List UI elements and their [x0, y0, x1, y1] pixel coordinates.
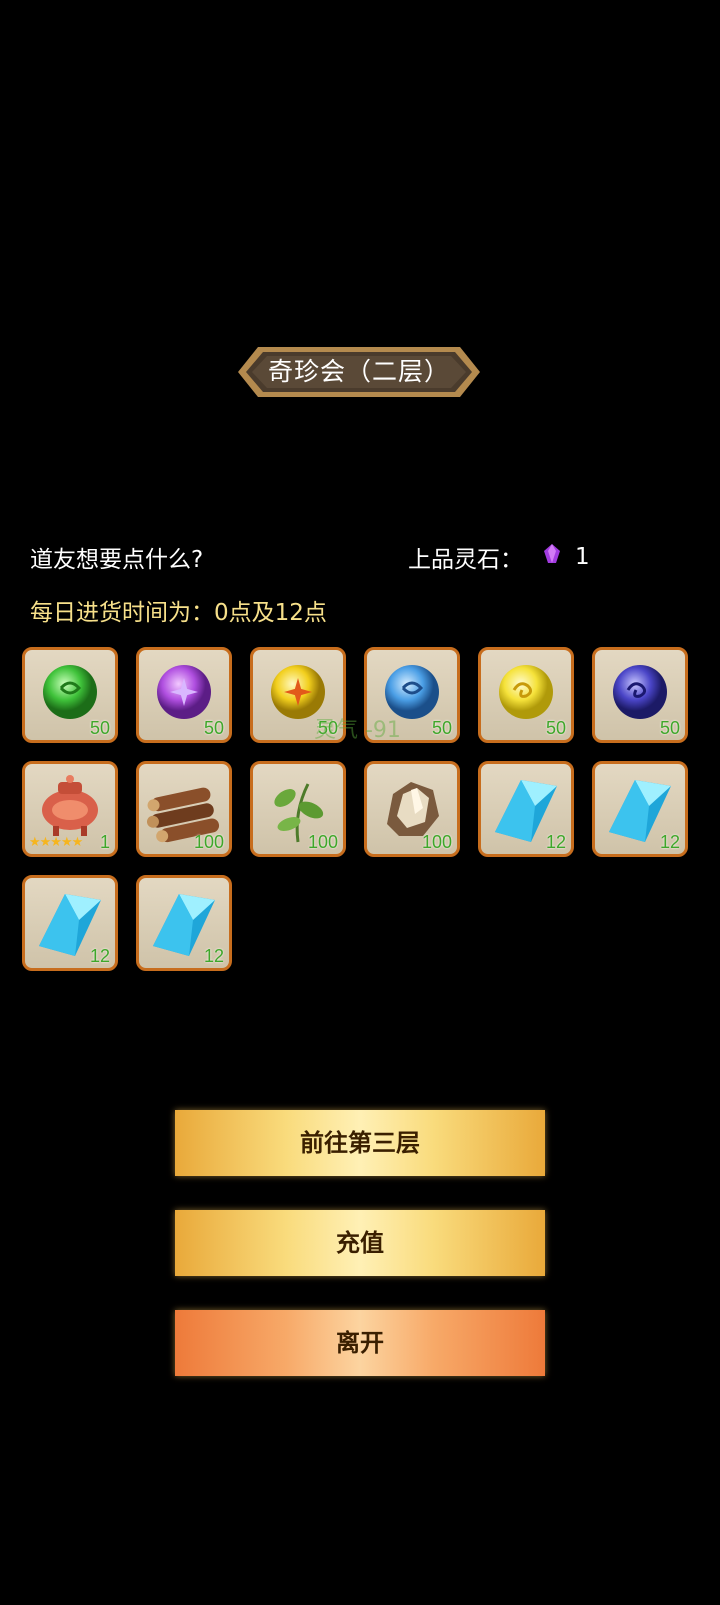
- shop-item-slot[interactable]: 100: [136, 761, 232, 857]
- item-quantity: 1: [99, 832, 110, 852]
- item-quantity: 100: [307, 832, 338, 852]
- shop-item-slot[interactable]: 100: [250, 761, 346, 857]
- currency-label: 上品灵石：: [408, 547, 523, 573]
- item-quantity: 50: [89, 718, 110, 738]
- item-quantity: 50: [203, 718, 224, 738]
- item-quantity: 12: [89, 946, 110, 966]
- next-floor-button[interactable]: 前往第三层: [175, 1110, 545, 1176]
- title-plate: 奇珍会（二层）: [236, 343, 482, 401]
- item-quantity: 12: [545, 832, 566, 852]
- shop-item-slot[interactable]: 50: [136, 647, 232, 743]
- greeting-text: 道友想要点什么?: [30, 547, 204, 573]
- currency-value: 1: [575, 544, 590, 570]
- shop-item-slot[interactable]: 50: [592, 647, 688, 743]
- shop-item-slot[interactable]: 12: [136, 875, 232, 971]
- page-title: 奇珍会（二层）: [267, 357, 450, 386]
- leave-button[interactable]: 离开: [175, 1310, 545, 1376]
- shop-item-slot[interactable]: 12: [478, 761, 574, 857]
- item-quantity: 50: [431, 718, 452, 738]
- item-quantity: 12: [659, 832, 680, 852]
- floating-status-text: 灵气 -91: [314, 718, 401, 743]
- shop-item-slot[interactable]: ★★★★★ 1: [22, 761, 118, 857]
- item-quantity: 100: [193, 832, 224, 852]
- item-quantity: 100: [421, 832, 452, 852]
- shop-item-slot[interactable]: 100: [364, 761, 460, 857]
- currency-display: 上品灵石： 1: [408, 540, 590, 574]
- shop-item-slot[interactable]: 12: [22, 875, 118, 971]
- shop-item-slot[interactable]: 12: [592, 761, 688, 857]
- shop-item-slot[interactable]: 50: [22, 647, 118, 743]
- item-rarity-stars: ★★★★★: [29, 835, 83, 850]
- item-quantity: 50: [545, 718, 566, 738]
- item-quantity: 50: [659, 718, 680, 738]
- purple-gem-icon: [543, 543, 561, 571]
- item-quantity: 12: [203, 946, 224, 966]
- recharge-button[interactable]: 充值: [175, 1210, 545, 1276]
- restock-schedule: 每日进货时间为：0点及12点: [30, 600, 327, 626]
- shop-item-slot[interactable]: 50: [478, 647, 574, 743]
